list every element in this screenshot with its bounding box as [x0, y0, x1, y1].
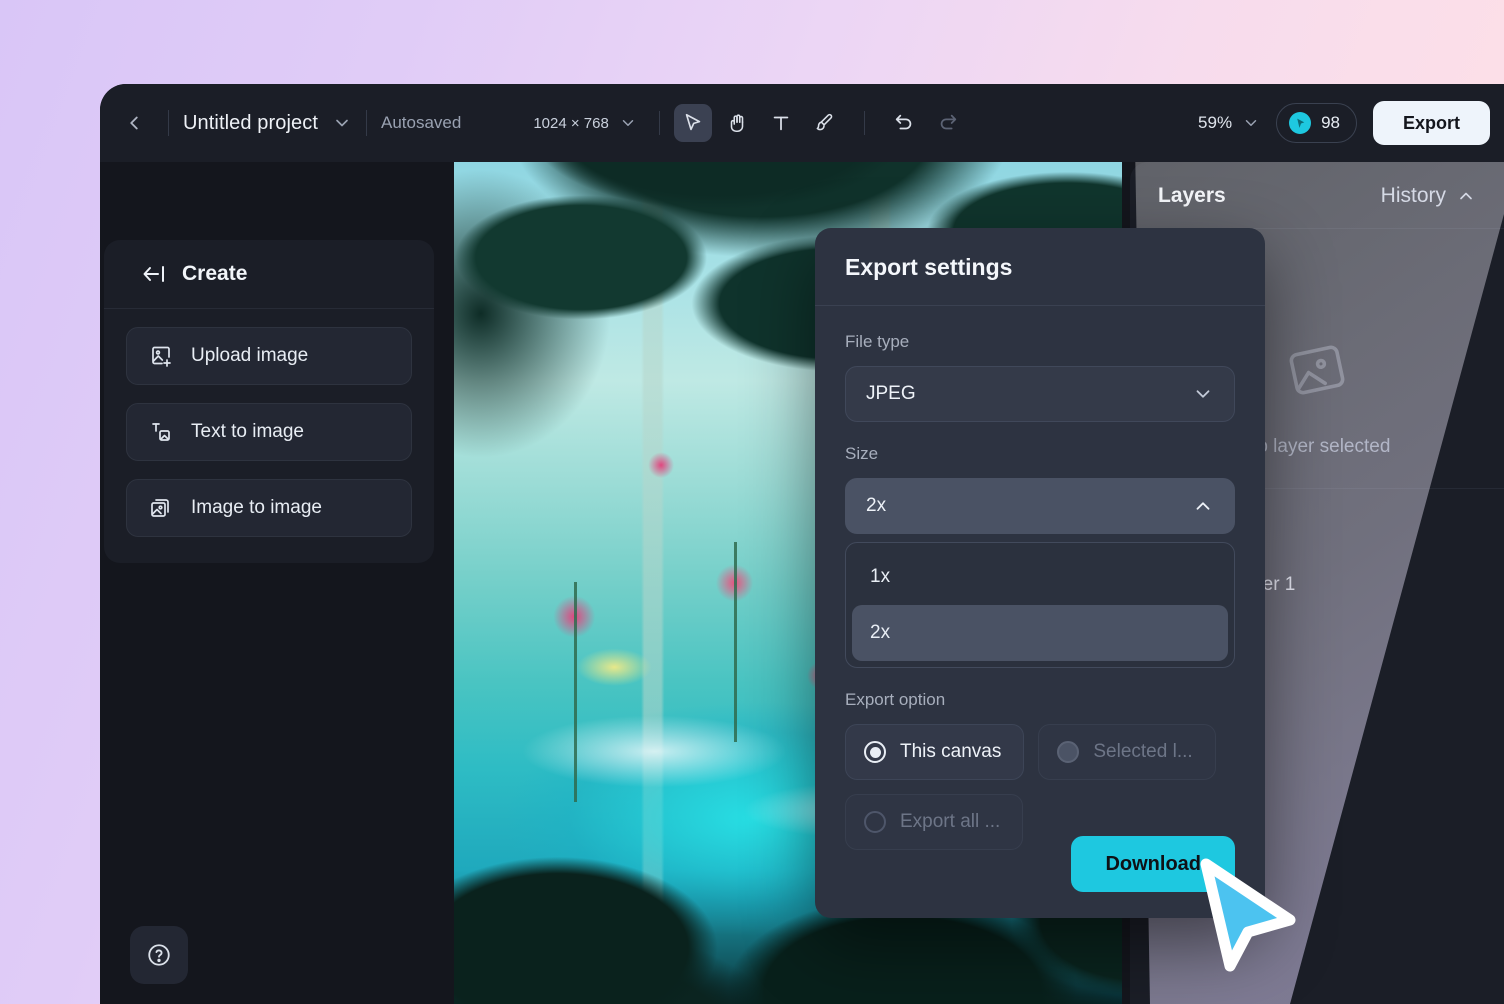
- export-option-label: Export option: [845, 690, 946, 709]
- tab-history[interactable]: History: [1381, 184, 1476, 208]
- toolbar: [673, 104, 967, 142]
- chevron-up-icon: [1460, 192, 1472, 200]
- right-panel-tabs: Layers History: [1130, 162, 1504, 229]
- header-divider-2: [366, 110, 367, 136]
- upload-image-button[interactable]: Upload image: [126, 327, 412, 385]
- hand-tool[interactable]: [718, 104, 756, 142]
- zoom-selector[interactable]: 59%: [1198, 113, 1260, 133]
- help-button[interactable]: [130, 926, 188, 984]
- dialog-body: File type JPEG Size 2x 1x 2x Export opti…: [815, 306, 1265, 850]
- field-spacer: [845, 422, 1235, 444]
- back-button[interactable]: [114, 103, 154, 143]
- upload-image-label: Upload image: [191, 345, 309, 366]
- dialog-footer: Download: [1071, 836, 1235, 892]
- image-to-image-glyph: [151, 499, 169, 517]
- canvas-size-value: 1024 × 768: [533, 114, 609, 132]
- size-value: 2x: [866, 495, 887, 516]
- export-option-export-all[interactable]: Export all ...: [845, 794, 1024, 850]
- image-plus-icon: [149, 344, 173, 368]
- chevron-down-icon: [1245, 120, 1257, 126]
- no-layer-image-icon: [1286, 339, 1348, 406]
- create-panel: Create Upload image Text to image Image …: [104, 240, 434, 563]
- question-circle-icon: [148, 944, 170, 966]
- image-to-image-button[interactable]: Image to image: [126, 479, 412, 537]
- size-option-2x[interactable]: 2x: [852, 605, 1228, 661]
- file-type-select[interactable]: JPEG: [845, 366, 1235, 422]
- text-to-image-button[interactable]: Text to image: [126, 403, 412, 461]
- hand-icon: [730, 114, 744, 133]
- size-option-1x[interactable]: 1x: [852, 549, 1228, 605]
- create-panel-header: Create: [104, 240, 434, 309]
- image-to-image-icon: [149, 496, 173, 520]
- radio-unselected-icon: [864, 811, 886, 833]
- toolbar-divider-2: [863, 111, 865, 135]
- text-to-image-icon: [149, 420, 173, 444]
- text-tool[interactable]: [762, 104, 800, 142]
- toolbar-divider-1: [658, 111, 660, 135]
- token-glyph-icon: [1296, 118, 1304, 128]
- chevron-down-icon: [1196, 390, 1210, 398]
- cursor-arrow-icon: [685, 113, 701, 131]
- left-sidebar: Create Upload image Text to image Image …: [104, 162, 434, 1004]
- image-placeholder-glyph: [1289, 345, 1345, 395]
- file-type-value: JPEG: [866, 383, 916, 404]
- header-divider-1: [168, 110, 169, 136]
- credits-badge[interactable]: 98: [1276, 103, 1357, 143]
- export-settings-dialog: Export settings File type JPEG Size 2x 1…: [815, 228, 1265, 918]
- canvas-size-selector[interactable]: 1024 × 768: [533, 114, 637, 132]
- export-button[interactable]: Export: [1372, 101, 1490, 145]
- app-window: Untitled project Autosaved 1024 × 768 59…: [100, 84, 1504, 1004]
- flower-stem: [574, 582, 577, 802]
- undo-arrow-icon: [895, 114, 912, 130]
- app-header: Untitled project Autosaved 1024 × 768 59…: [100, 84, 1504, 162]
- export-option-this-canvas[interactable]: This canvas: [845, 724, 1025, 780]
- size-dropdown-list: 1x 2x: [845, 542, 1235, 668]
- image-to-image-label: Image to image: [191, 497, 322, 518]
- layers-empty-text: No layer selected: [1243, 436, 1391, 457]
- credit-token-icon: [1289, 112, 1312, 134]
- zoom-level: 59%: [1198, 113, 1233, 132]
- export-option-this-canvas-label: This canvas: [900, 741, 1002, 762]
- brush-tool[interactable]: [806, 104, 844, 142]
- export-option-group: This canvas Selected l... Export all ...: [845, 724, 1235, 850]
- project-title[interactable]: Untitled project: [183, 112, 318, 135]
- export-option-selected-layer-label: Selected l...: [1093, 741, 1193, 762]
- brush-icon: [816, 113, 833, 131]
- autosaved-status: Autosaved: [381, 113, 462, 132]
- export-option-selected-layer[interactable]: Selected l...: [1038, 724, 1216, 780]
- header-right-group: 59% 98 Export: [1198, 101, 1490, 145]
- chevron-up-icon: [1196, 502, 1210, 510]
- tab-layers[interactable]: Layers: [1158, 184, 1226, 208]
- dialog-title: Export settings: [845, 254, 1013, 280]
- create-items-list: Upload image Text to image Image to imag…: [104, 309, 434, 563]
- collapse-panel-icon[interactable]: [142, 263, 168, 285]
- size-select[interactable]: 2x: [845, 478, 1235, 534]
- text-to-image-label: Text to image: [191, 421, 304, 442]
- project-menu-chevron[interactable]: [332, 113, 352, 133]
- image-plus-glyph: [152, 346, 171, 367]
- credits-count: 98: [1321, 113, 1340, 132]
- redo-arrow-icon: [940, 114, 957, 130]
- chevron-left-icon: [130, 116, 138, 130]
- chevron-down-icon: [336, 119, 348, 127]
- radio-disabled-icon: [1057, 741, 1080, 763]
- redo-button[interactable]: [929, 104, 967, 142]
- tab-history-label: History: [1380, 184, 1446, 207]
- download-button[interactable]: Download: [1071, 836, 1235, 892]
- select-tool[interactable]: [673, 104, 712, 142]
- size-label: Size: [845, 444, 879, 463]
- export-option-export-all-label: Export all ...: [900, 811, 1001, 832]
- text-t-icon: [773, 116, 789, 131]
- dialog-header: Export settings: [815, 228, 1265, 306]
- create-panel-title: Create: [182, 262, 248, 285]
- radio-selected-icon: [864, 741, 886, 763]
- flower-stem: [734, 542, 737, 742]
- text-to-image-glyph: [152, 423, 170, 441]
- chevron-down-icon: [622, 120, 634, 126]
- file-type-label: File type: [845, 332, 910, 351]
- undo-button[interactable]: [885, 104, 923, 142]
